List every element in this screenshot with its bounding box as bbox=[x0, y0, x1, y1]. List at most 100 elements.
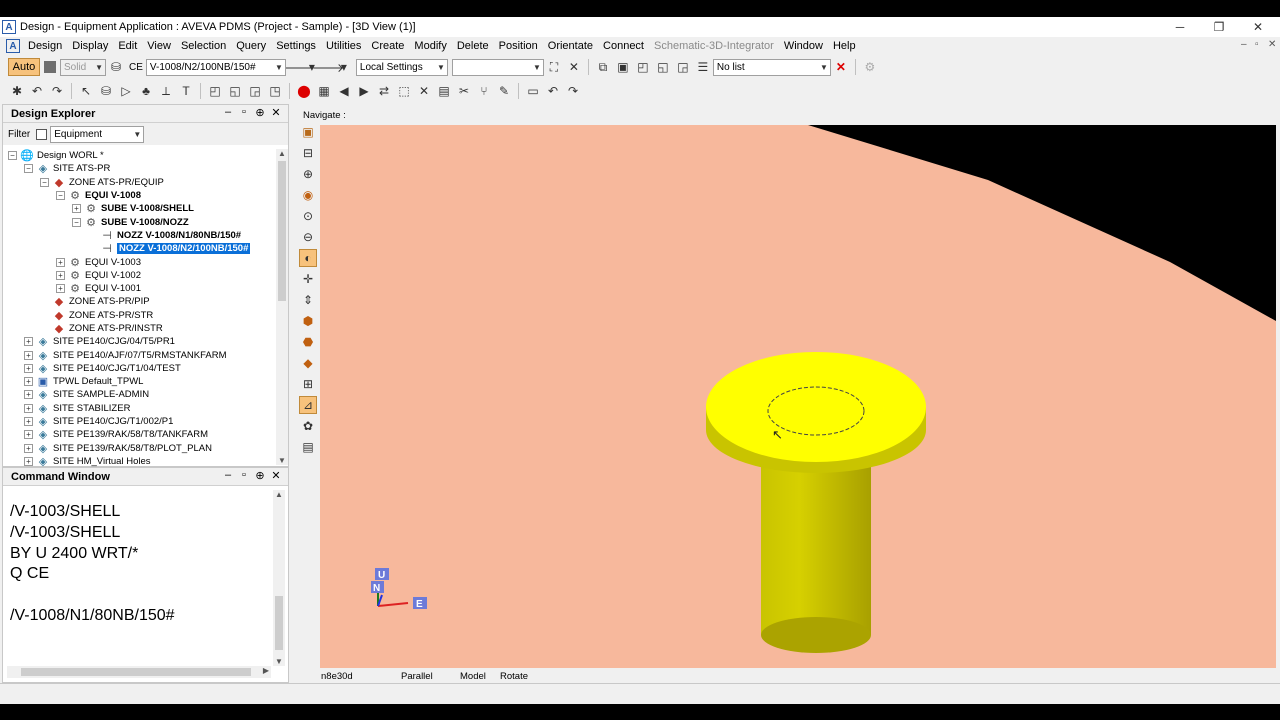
undo-small-icon[interactable]: ↶ bbox=[544, 82, 562, 100]
panel-minimize-icon[interactable]: – bbox=[220, 469, 236, 482]
zoom-icon[interactable]: ⊙ bbox=[299, 207, 317, 225]
ce-combo[interactable]: V-1008/N2/100NB/150# ▼ bbox=[145, 58, 286, 76]
settings-gear-icon[interactable]: ⚙ bbox=[861, 58, 879, 76]
tree-node[interactable]: − ◆ ZONE ATS-PR/EQUIP bbox=[5, 176, 279, 189]
panel-icon[interactable]: ▭ bbox=[524, 82, 542, 100]
tree-node[interactable]: ◆ ZONE ATS-PR/PIP bbox=[5, 295, 279, 308]
menu-view[interactable]: View bbox=[142, 40, 176, 52]
walk-icon[interactable]: ▣ bbox=[299, 123, 317, 141]
view-icon-3[interactable]: ◲ bbox=[674, 58, 692, 76]
menu-delete[interactable]: Delete bbox=[452, 40, 494, 52]
window-icon-1[interactable]: ◰ bbox=[206, 82, 224, 100]
examine-icon[interactable]: ⬣ bbox=[299, 333, 317, 351]
mdi-minimize-button[interactable]: – bbox=[1241, 39, 1247, 50]
menu-selection[interactable]: Selection bbox=[176, 40, 231, 52]
local-settings-combo[interactable]: Local Settings ▼ bbox=[355, 58, 448, 76]
menu-orientate[interactable]: Orientate bbox=[543, 40, 598, 52]
collapse-icon[interactable]: − bbox=[72, 217, 81, 227]
menu-query[interactable]: Query bbox=[231, 40, 271, 52]
list-combo[interactable]: No list ▼ bbox=[712, 58, 831, 76]
menu-design[interactable]: Design bbox=[23, 40, 67, 52]
pan-icon[interactable]: ✛ bbox=[299, 270, 317, 288]
clip-icon[interactable]: ✿ bbox=[299, 417, 317, 435]
tree-node[interactable]: + ⚙ EQUI V-1003 bbox=[5, 255, 279, 269]
view-icon-2[interactable]: ◱ bbox=[654, 58, 672, 76]
expand-icon[interactable]: + bbox=[72, 204, 81, 214]
window-icon-3[interactable]: ◲ bbox=[246, 82, 264, 100]
expand-icon[interactable]: + bbox=[24, 443, 33, 453]
group-icon[interactable]: ⬚ bbox=[395, 82, 413, 100]
pointer-icon[interactable]: ↖ bbox=[77, 82, 95, 100]
color-swatch-button[interactable] bbox=[41, 58, 59, 76]
remove-list-icon[interactable]: ✕ bbox=[832, 58, 850, 76]
view-icon-1[interactable]: ◰ bbox=[634, 58, 652, 76]
copy-icon[interactable]: ⧉ bbox=[594, 58, 612, 76]
menu-window[interactable]: Window bbox=[779, 40, 828, 52]
menu-schematic-3d-integrator[interactable]: Schematic-3D-Integrator bbox=[649, 40, 779, 52]
tree-scrollbar[interactable]: ▲ ▼ bbox=[276, 149, 288, 465]
tree-node[interactable]: + ◈ SITE PE140/CJG/T1/002/P1 bbox=[5, 415, 279, 428]
tree-node[interactable]: + ◈ SITE PE140/AJF/07/T5/RMSTANKFARM bbox=[5, 348, 279, 362]
tree-scroll-thumb[interactable] bbox=[278, 161, 286, 301]
tree-node[interactable]: + ◈ SITE PE139/RAK/58/T8/TANKFARM bbox=[5, 428, 279, 441]
stop-icon[interactable]: ⬤ bbox=[295, 82, 313, 100]
expand-icon[interactable]: + bbox=[24, 337, 33, 347]
collapse-icon[interactable]: − bbox=[40, 177, 49, 187]
expand-icon[interactable]: + bbox=[56, 284, 65, 294]
scroll-down-icon[interactable]: ▼ bbox=[276, 456, 288, 465]
mdi-app-icon[interactable]: A bbox=[6, 39, 20, 53]
mdi-restore-button[interactable]: ▫ bbox=[1255, 39, 1259, 50]
expand-icon[interactable]: + bbox=[24, 377, 33, 387]
3d-canvas[interactable]: ↖ U N E bbox=[320, 125, 1276, 668]
play-outline-icon[interactable]: ▷ bbox=[117, 82, 135, 100]
command-hscrollbar[interactable]: ▶ bbox=[7, 666, 271, 678]
minimize-button[interactable]: ─ bbox=[1160, 17, 1200, 37]
menu-display[interactable]: Display bbox=[67, 40, 113, 52]
previous-icon[interactable]: ◀ bbox=[335, 82, 353, 100]
pen-icon[interactable]: ✎ bbox=[495, 82, 513, 100]
menu-utilities[interactable]: Utilities bbox=[321, 40, 366, 52]
panel-pin-icon[interactable]: ⊕ bbox=[252, 106, 268, 119]
expand-icon[interactable]: + bbox=[56, 257, 65, 267]
tree-node[interactable]: + ⚙ EQUI V-1001 bbox=[5, 282, 279, 295]
record-icon[interactable]: ▦ bbox=[315, 82, 333, 100]
tree-node[interactable]: ⊣ NOZZ V-1008/N1/80NB/150# bbox=[5, 229, 279, 242]
expand-icon[interactable]: + bbox=[24, 417, 33, 427]
next-icon[interactable]: ▶ bbox=[355, 82, 373, 100]
auto-button[interactable]: Auto bbox=[8, 58, 40, 76]
expand-icon[interactable]: + bbox=[24, 390, 33, 400]
model-icon[interactable]: ⛁ bbox=[97, 82, 115, 100]
expand-icon[interactable]: + bbox=[24, 456, 33, 466]
binoculars-icon[interactable]: ⛶ bbox=[545, 58, 563, 76]
star-icon[interactable]: ✱ bbox=[8, 82, 26, 100]
tree-node[interactable]: + ⚙ EQUI V-1002 bbox=[5, 269, 279, 282]
text-icon[interactable]: T bbox=[177, 82, 195, 100]
tree-node[interactable]: + ◈ SITE SAMPLE-ADMIN bbox=[5, 388, 279, 401]
panel-maximize-icon[interactable]: ▫ bbox=[236, 469, 252, 482]
tree-node[interactable]: ◆ ZONE ATS-PR/STR bbox=[5, 309, 279, 322]
redo-icon[interactable]: ↷ bbox=[48, 82, 66, 100]
window-icon-4[interactable]: ◳ bbox=[266, 82, 284, 100]
tree-node[interactable]: ◆ ZONE ATS-PR/INSTR bbox=[5, 322, 279, 335]
tree-node[interactable]: + ▣ TPWL Default_TPWL bbox=[5, 375, 279, 388]
tree-node[interactable]: ⊣ NOZZ V-1008/N2/100NB/150# bbox=[5, 242, 279, 255]
pan-vertical-icon[interactable]: ⇕ bbox=[299, 291, 317, 309]
link-icon[interactable]: ⇄ bbox=[375, 82, 393, 100]
command-scrollbar[interactable]: ▲ ▼ bbox=[273, 490, 285, 666]
tree-icon[interactable]: ♣ bbox=[137, 82, 155, 100]
zoom-out-icon[interactable]: ⊖ bbox=[299, 228, 317, 246]
cylinder-icon[interactable]: ⛁ bbox=[107, 58, 125, 76]
secondary-combo[interactable]: ▼ bbox=[451, 58, 544, 76]
plane-icon[interactable]: ◆ bbox=[299, 354, 317, 372]
tree-node[interactable]: − ⚙ SUBE V-1008/NOZZ bbox=[5, 215, 279, 229]
menu-position[interactable]: Position bbox=[494, 40, 543, 52]
tree-node[interactable]: − ◈ SITE ATS-PR bbox=[5, 162, 279, 175]
expand-icon[interactable]: + bbox=[24, 350, 33, 360]
filter-combo[interactable]: Equipment ▼ bbox=[50, 125, 145, 143]
tree-node[interactable]: + ◈ SITE PE140/CJG/04/T5/PR1 bbox=[5, 335, 279, 348]
redo-small-icon[interactable]: ↷ bbox=[564, 82, 582, 100]
grid-icon[interactable]: ▤ bbox=[435, 82, 453, 100]
back-arrow-icon[interactable]: 🡐 bbox=[280, 58, 312, 76]
window-icon-2[interactable]: ◱ bbox=[226, 82, 244, 100]
filter-checkbox[interactable] bbox=[36, 128, 48, 140]
